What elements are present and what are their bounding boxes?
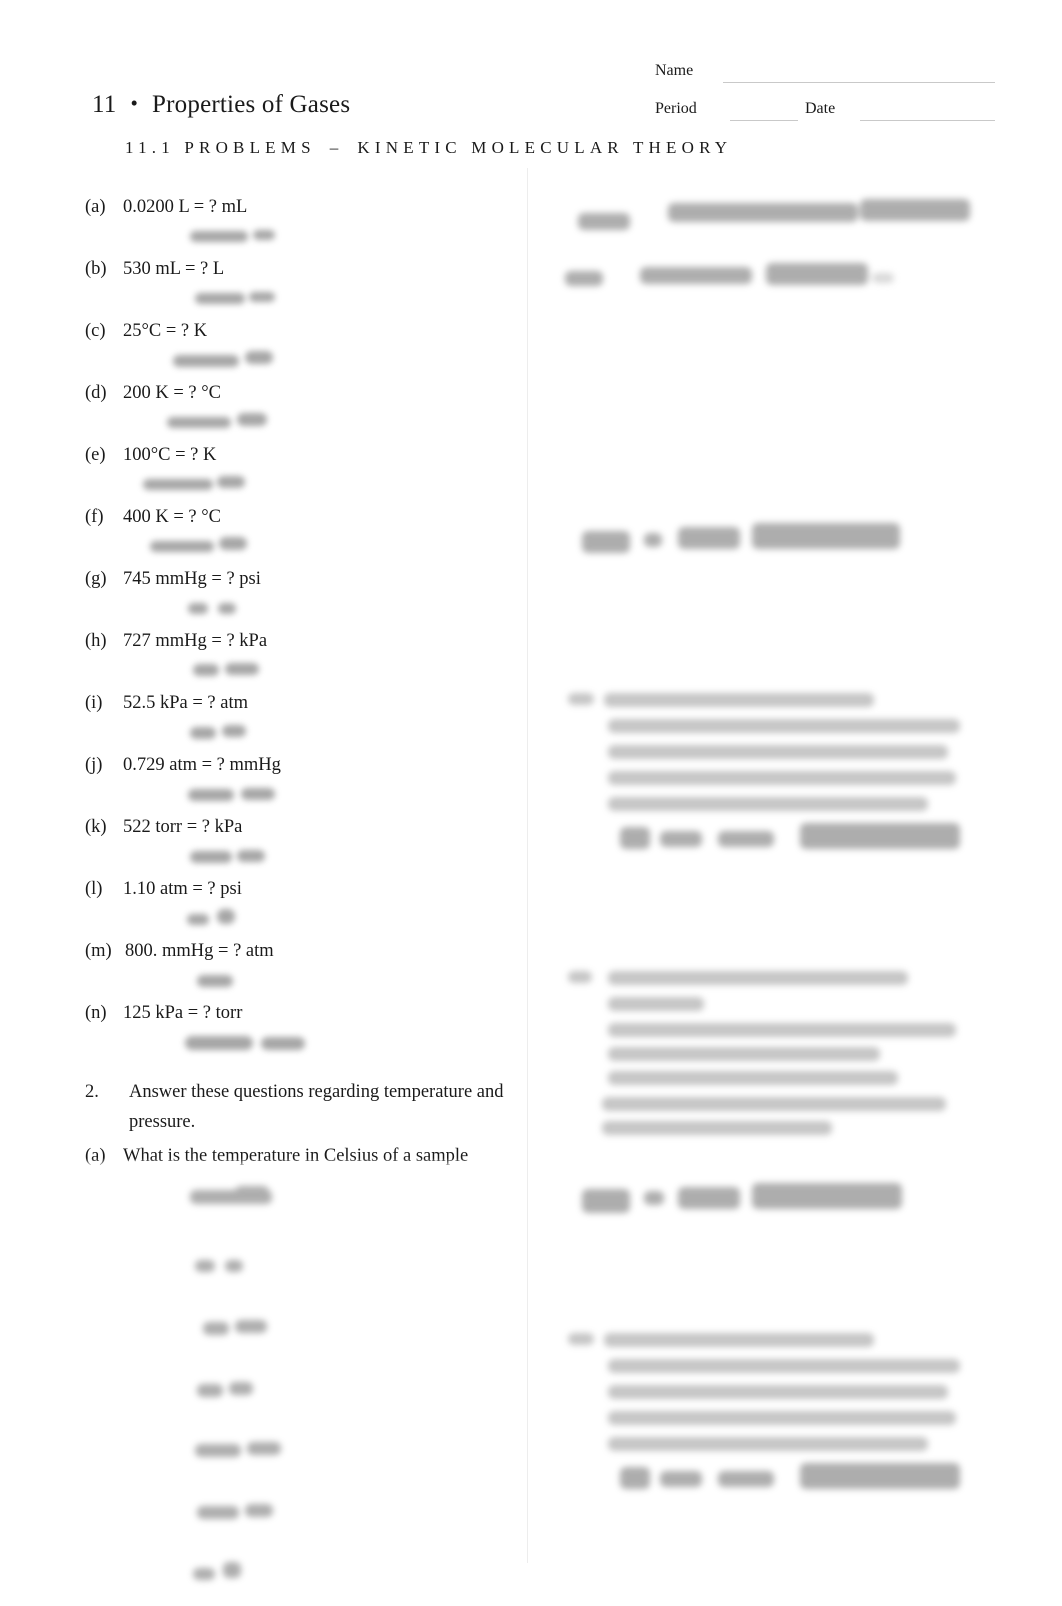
list-item: (c) 25°C = ? K: [85, 319, 525, 343]
item-text: 800. mmHg = ? atm: [125, 941, 274, 961]
item-text: 745 mmHg = ? psi: [123, 569, 261, 589]
name-input-rule[interactable]: [723, 82, 995, 83]
bullet-separator: •: [130, 91, 139, 115]
item-text: 125 kPa = ? torr: [123, 1003, 243, 1023]
section-heading: 11.1 PROBLEMS – KINETIC MOLECULAR THEORY: [125, 137, 732, 159]
name-field-row: Name: [655, 58, 995, 96]
handwritten-answer: [85, 467, 525, 505]
list-item: (e) 100°C = ? K: [85, 443, 525, 467]
item-text: 200 K = ? °C: [123, 383, 221, 403]
item-label: (b): [85, 259, 107, 279]
item-label: (m): [85, 941, 112, 961]
page-title: 11 • Properties of Gases: [92, 90, 350, 120]
list-item: (m) 800. mmHg = ? atm: [85, 939, 525, 963]
handwritten-answer: [85, 901, 525, 939]
item-label: (a): [85, 197, 106, 217]
item-text: What is the temperature in Celsius of a …: [123, 1146, 469, 1166]
handwritten-answer: [85, 405, 525, 443]
item-text: 1.10 atm = ? psi: [123, 879, 242, 899]
period-input-rule[interactable]: [730, 120, 798, 121]
list-item: (f) 400 K = ? °C: [85, 505, 525, 529]
handwritten-work-area: [560, 515, 1010, 575]
section-dash: –: [329, 138, 344, 157]
list-item: (a) 0.0200 L = ? mL: [85, 195, 525, 219]
right-column-handwritten-work: [560, 195, 1010, 1505]
list-item: (i) 52.5 kPa = ? atm: [85, 691, 525, 715]
handwritten-work-area: [560, 1175, 1010, 1235]
item-label: (n): [85, 1003, 107, 1023]
handwritten-answer: [85, 839, 525, 877]
item-label: (g): [85, 569, 107, 589]
handwritten-work-area: [560, 195, 1010, 315]
page-header: 11 • Properties of Gases Name Period Date …: [0, 0, 1062, 157]
period-label: Period: [655, 99, 703, 119]
list-item: (l) 1.10 atm = ? psi: [85, 877, 525, 901]
section-number-label: 11.1 PROBLEMS: [125, 138, 316, 157]
item-label: (e): [85, 445, 106, 465]
date-input-rule[interactable]: [860, 120, 995, 121]
list-item: (a) What is the temperature in Celsius o…: [85, 1144, 525, 1168]
item-label: (f): [85, 507, 104, 527]
handwritten-work-area: [85, 1176, 525, 1606]
item-label: (j): [85, 755, 103, 775]
item-text: 400 K = ? °C: [123, 507, 221, 527]
handwritten-answer: [85, 777, 525, 815]
handwritten-work-area: [560, 965, 1010, 1155]
list-item: (n) 125 kPa = ? torr: [85, 1001, 525, 1025]
student-info-fields: Name Period Date: [655, 58, 995, 134]
handwritten-answer: [85, 281, 525, 319]
list-item: (g) 745 mmHg = ? psi: [85, 567, 525, 591]
item-text: 522 torr = ? kPa: [123, 817, 243, 837]
list-item: (b) 530 mL = ? L: [85, 257, 525, 281]
problem-number: 2.: [85, 1082, 99, 1102]
handwritten-answer: [85, 653, 525, 691]
item-label: (h): [85, 631, 107, 651]
problem-1-list: (a) 0.0200 L = ? mL (b) 530 mL = ? L (c)…: [85, 195, 525, 1063]
date-label: Date: [805, 99, 842, 119]
handwritten-work-area: [560, 1325, 1010, 1505]
list-item: (j) 0.729 atm = ? mmHg: [85, 753, 525, 777]
item-text: 52.5 kPa = ? atm: [123, 693, 249, 713]
item-label: (d): [85, 383, 107, 403]
handwritten-work-area: [560, 685, 1010, 865]
chapter-title-text: Properties of Gases: [152, 91, 351, 118]
item-text: 100°C = ? K: [123, 445, 217, 465]
handwritten-answer: [85, 963, 525, 1001]
item-text: 25°C = ? K: [123, 321, 208, 341]
left-column: (a) 0.0200 L = ? mL (b) 530 mL = ? L (c)…: [85, 195, 525, 1606]
item-label: (a): [85, 1146, 106, 1166]
column-divider: [527, 168, 528, 1563]
problem-2-block: 2. Answer these questions regarding temp…: [85, 1077, 525, 1168]
item-label: (l): [85, 879, 103, 899]
chapter-number: 11: [92, 91, 117, 118]
list-item: (k) 522 torr = ? kPa: [85, 815, 525, 839]
handwritten-answer: [85, 219, 525, 257]
handwritten-answer: [85, 591, 525, 629]
item-text: 727 mmHg = ? kPa: [123, 631, 268, 651]
period-date-field-row: Period Date: [655, 96, 995, 134]
item-text: 530 mL = ? L: [123, 259, 225, 279]
item-label: (c): [85, 321, 106, 341]
handwritten-answer: [85, 1025, 525, 1063]
numbered-list-item: 2. Answer these questions regarding temp…: [85, 1077, 525, 1137]
handwritten-answer: [85, 715, 525, 753]
section-subtitle: KINETIC MOLECULAR THEORY: [357, 138, 733, 157]
name-label: Name: [655, 61, 700, 81]
item-text: 0.729 atm = ? mmHg: [123, 755, 281, 775]
item-label: (k): [85, 817, 107, 837]
item-label: (i): [85, 693, 103, 713]
item-text: 0.0200 L = ? mL: [123, 197, 248, 217]
handwritten-answer: [85, 529, 525, 567]
list-item: (d) 200 K = ? °C: [85, 381, 525, 405]
problem-prompt: Answer these questions regarding tempera…: [129, 1082, 504, 1132]
list-item: (h) 727 mmHg = ? kPa: [85, 629, 525, 653]
handwritten-answer: [85, 343, 525, 381]
